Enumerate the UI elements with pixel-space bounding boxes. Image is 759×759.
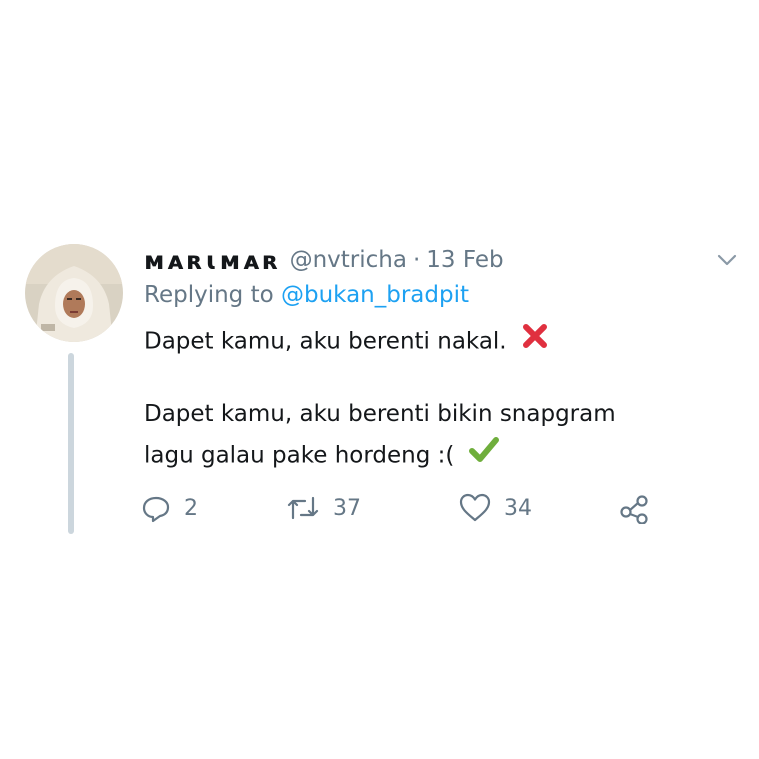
like-count: 34 [504, 495, 532, 521]
avatar-image [25, 244, 123, 342]
tweet-text-line-1: Dapet kamu, aku berenti nakal. [144, 321, 550, 363]
retweet-button[interactable]: 37 [285, 488, 361, 528]
reply-button[interactable]: 2 [140, 488, 198, 528]
check-mark-icon [468, 435, 500, 477]
replying-to: Replying to @bukan_bradpit [144, 282, 469, 308]
tweet-actions: 2 37 34 [140, 488, 660, 528]
tweet-text-line-3: lagu galau pake hordeng :( [144, 435, 500, 477]
cross-mark-icon [520, 321, 550, 363]
handle[interactable]: @nvtricha [290, 247, 407, 273]
tweet-line-3: lagu galau pake hordeng :( [144, 442, 455, 469]
tweet-text-line-2: Dapet kamu, aku berenti bikin snapgram [144, 395, 616, 433]
like-button[interactable]: 34 [458, 488, 532, 528]
tweet-meta: @nvtricha · 13 Feb [290, 247, 504, 273]
display-name[interactable]: ᴍᴀʀɩᴍᴀʀ [144, 246, 282, 275]
reply-icon [140, 492, 172, 524]
avatar[interactable] [25, 244, 123, 342]
retweet-count: 37 [333, 495, 361, 521]
chevron-down-icon[interactable] [710, 246, 744, 274]
replying-prefix: Replying to [144, 282, 274, 308]
tweet-header: ᴍᴀʀɩᴍᴀʀ @nvtricha · 13 Feb [144, 240, 504, 280]
heart-icon [458, 492, 492, 524]
share-button[interactable] [618, 488, 650, 528]
tweet-line-1: Dapet kamu, aku berenti nakal. [144, 328, 507, 355]
reply-count: 2 [184, 495, 198, 521]
share-icon [618, 492, 650, 524]
tweet-line-2: Dapet kamu, aku berenti bikin snapgram [144, 401, 616, 427]
thread-line [68, 353, 74, 534]
tweet-date[interactable]: 13 Feb [426, 247, 503, 273]
meta-separator: · [412, 247, 421, 273]
replying-mention-link[interactable]: @bukan_bradpit [281, 282, 469, 308]
retweet-icon [285, 492, 321, 524]
